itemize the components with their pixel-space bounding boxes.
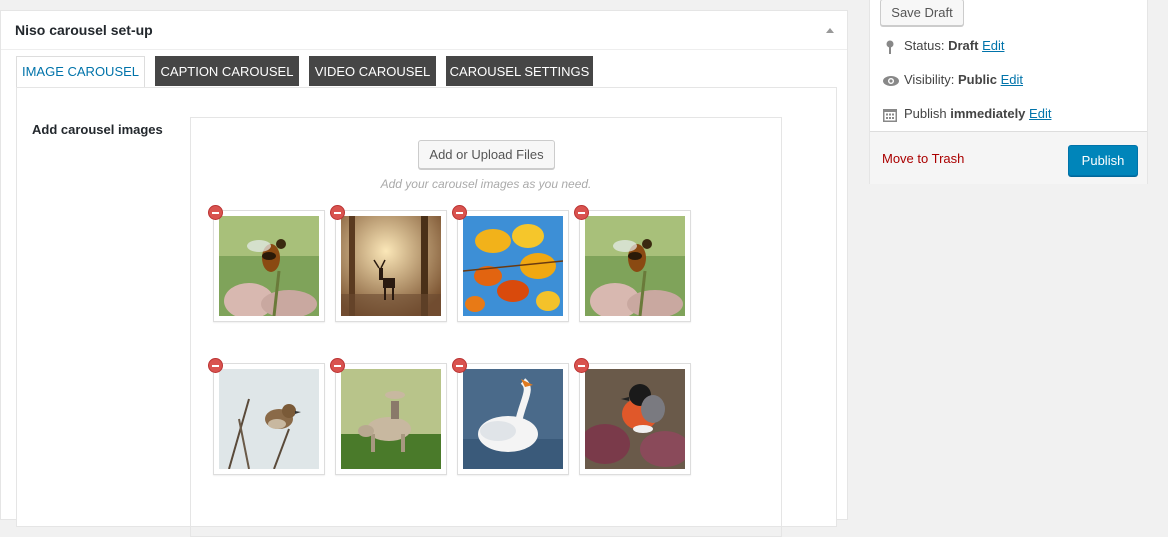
edit-visibility-link[interactable]: Edit bbox=[1001, 72, 1023, 87]
add-carousel-images-label: Add carousel images bbox=[32, 122, 163, 137]
remove-image-icon[interactable] bbox=[331, 206, 344, 219]
bee-on-flower-image bbox=[219, 216, 319, 316]
carousel-image-thumb[interactable] bbox=[453, 359, 569, 475]
remove-image-icon[interactable] bbox=[209, 359, 222, 372]
status-label: Status: bbox=[904, 38, 945, 53]
visibility-row: Visibility: Public Edit bbox=[882, 72, 1023, 89]
deer-forest-image bbox=[341, 216, 441, 316]
edit-publish-time-link[interactable]: Edit bbox=[1029, 106, 1051, 121]
publish-value: immediately bbox=[950, 106, 1026, 121]
carousel-image-thumb[interactable] bbox=[453, 206, 569, 322]
image-carousel-panel: Add carousel images Add or Upload Files … bbox=[16, 87, 837, 537]
collapse-arrow-icon[interactable] bbox=[826, 28, 834, 33]
tab-video-carousel[interactable]: VIDEO CAROUSEL bbox=[309, 56, 436, 86]
metabox-title: Niso carousel set-up bbox=[15, 22, 153, 38]
tab-caption-carousel[interactable]: CAPTION CAROUSEL bbox=[155, 56, 299, 86]
white-swan-image bbox=[463, 369, 563, 469]
remove-image-icon[interactable] bbox=[453, 359, 466, 372]
carousel-image-thumb[interactable] bbox=[331, 206, 447, 322]
autumn-leaves-image bbox=[463, 216, 563, 316]
remove-image-icon[interactable] bbox=[209, 206, 222, 219]
bullfinch-image bbox=[585, 369, 685, 469]
eye-icon bbox=[882, 73, 899, 89]
carousel-image-thumb[interactable] bbox=[209, 206, 325, 322]
visibility-value: Public bbox=[957, 72, 997, 87]
remove-image-icon[interactable] bbox=[575, 359, 588, 372]
visibility-label: Visibility: bbox=[904, 72, 955, 87]
sparrow-image bbox=[219, 369, 319, 469]
bee-on-flower-image bbox=[585, 216, 685, 316]
add-upload-files-button[interactable]: Add or Upload Files bbox=[418, 140, 555, 169]
carousel-setup-metabox: Niso carousel set-up IMAGE CAROUSEL CAPT… bbox=[0, 10, 848, 537]
boy-on-ox-image bbox=[341, 369, 441, 469]
pin-icon bbox=[882, 39, 898, 55]
edit-status-link[interactable]: Edit bbox=[982, 38, 1004, 53]
image-upload-area: Add or Upload Files Add your carousel im… bbox=[190, 117, 782, 537]
publish-label: Publish bbox=[904, 106, 947, 121]
tab-carousel-settings[interactable]: CAROUSEL SETTINGS bbox=[446, 56, 593, 86]
major-publishing-actions: Move to Trash Publish bbox=[870, 131, 1147, 184]
carousel-image-thumb[interactable] bbox=[575, 206, 691, 322]
status-value: Draft bbox=[948, 38, 979, 53]
move-to-trash-link[interactable]: Move to Trash bbox=[882, 151, 964, 166]
publish-box: Save Draft Status: Draft Edit Visibility… bbox=[869, 0, 1148, 184]
carousel-image-thumb[interactable] bbox=[575, 359, 691, 475]
carousel-image-thumb[interactable] bbox=[331, 359, 447, 475]
post-status-row: Status: Draft Edit bbox=[882, 38, 1004, 55]
publish-button[interactable]: Publish bbox=[1068, 145, 1138, 176]
metabox-header[interactable]: Niso carousel set-up bbox=[1, 11, 847, 50]
remove-image-icon[interactable] bbox=[575, 206, 588, 219]
calendar-icon bbox=[882, 107, 898, 123]
save-draft-button[interactable]: Save Draft bbox=[880, 0, 964, 26]
publish-time-row: Publish immediately Edit bbox=[882, 106, 1051, 123]
carousel-image-thumb[interactable] bbox=[209, 359, 325, 475]
tab-image-carousel[interactable]: IMAGE CAROUSEL bbox=[16, 56, 145, 88]
remove-image-icon[interactable] bbox=[453, 206, 466, 219]
remove-image-icon[interactable] bbox=[331, 359, 344, 372]
upload-hint: Add your carousel images as you need. bbox=[380, 177, 592, 191]
